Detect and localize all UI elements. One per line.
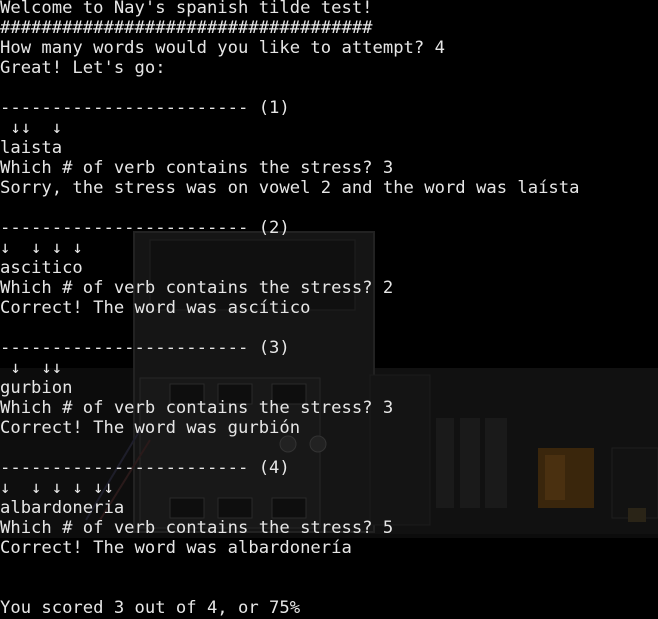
terminal-line: Which # of verb contains the stress? 3 xyxy=(0,398,394,418)
terminal-line: Great! Let's go: xyxy=(0,58,166,78)
terminal-line: albardoneria xyxy=(0,498,125,518)
terminal-line: ↓ ↓ ↓ ↓ ↓↓ xyxy=(0,478,114,498)
terminal-line: How many words would you like to attempt… xyxy=(0,38,445,58)
terminal-line: You scored 3 out of 4, or 75% xyxy=(0,598,301,618)
terminal-line: ↓↓ ↓ xyxy=(0,118,63,138)
terminal-line: Welcome to Nay's spanish tilde test! xyxy=(0,0,373,18)
terminal-line: ------------------------ (1) xyxy=(0,98,290,118)
terminal-line: Correct! The word was albardonería xyxy=(0,538,352,558)
terminal-line: ------------------------ (2) xyxy=(0,218,290,238)
terminal-output[interactable]: Welcome to Nay's spanish tilde test! ###… xyxy=(0,0,658,619)
terminal-line: ------------------------ (4) xyxy=(0,458,290,478)
terminal-line: #################################### xyxy=(0,18,373,38)
terminal-line: Correct! The word was ascítico xyxy=(0,298,311,318)
terminal-line: Which # of verb contains the stress? 2 xyxy=(0,278,394,298)
terminal-line: ↓ ↓↓ xyxy=(0,358,63,378)
terminal-line: Sorry, the stress was on vowel 2 and the… xyxy=(0,178,580,198)
terminal-line: gurbion xyxy=(0,378,73,398)
terminal-line: ascitico xyxy=(0,258,83,278)
terminal-line: Which # of verb contains the stress? 5 xyxy=(0,518,394,538)
terminal-line: laista xyxy=(0,138,63,158)
terminal-line: ↓ ↓ ↓ ↓ xyxy=(0,238,83,258)
terminal-line: Correct! The word was gurbión xyxy=(0,418,301,438)
terminal-line: ------------------------ (3) xyxy=(0,338,290,358)
terminal-line: Which # of verb contains the stress? 3 xyxy=(0,158,394,178)
